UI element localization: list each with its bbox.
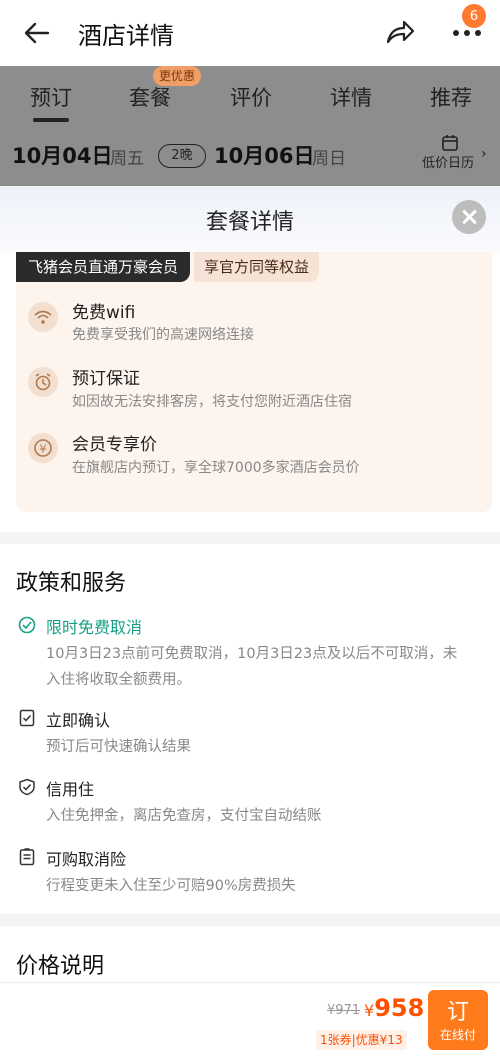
policy-title: 可购取消险 — [46, 850, 127, 869]
benefit-desc: 免费享受我们的高速网络连接 — [72, 327, 254, 343]
tab-bar: 预订 套餐 评价 详情 推荐 — [0, 66, 500, 128]
member-equal-rights-tag: 享官方同等权益 — [194, 252, 320, 282]
tab-recommend[interactable]: 推荐 — [430, 82, 472, 112]
promo-badge: 更优惠 — [153, 66, 202, 86]
benefit-desc: 在旗舰店内预订，享全球7000多家酒店会员价 — [72, 460, 360, 476]
checkout-weekday: 周日 — [312, 149, 346, 169]
tab-details[interactable]: 详情 — [330, 82, 372, 112]
checkin-date[interactable]: 10月04日 — [12, 140, 112, 170]
policy-desc: 预订后可快速确认结果 — [46, 739, 191, 755]
insurance-doc-icon — [19, 848, 35, 866]
wifi-icon — [28, 302, 58, 332]
coupon-badge[interactable]: 1张券|优惠¥13 — [316, 1030, 407, 1050]
bottom-booking-bar — [0, 982, 500, 1060]
low-price-calendar-label[interactable]: 低价日历 — [422, 152, 474, 171]
policy-title: 立即确认 — [46, 711, 111, 730]
close-button[interactable] — [452, 200, 486, 234]
tab-packages[interactable]: 套餐 — [129, 82, 171, 112]
currency-symbol: ¥ — [364, 1001, 375, 1020]
chevron-right-icon: › — [481, 146, 487, 162]
checkin-weekday: 周五 — [110, 149, 144, 169]
policy-title: 信用住 — [46, 780, 95, 799]
yen-coin-icon: ¥ — [28, 433, 58, 463]
benefit-title: 免费wifi — [72, 303, 136, 323]
svg-text:¥: ¥ — [40, 443, 47, 456]
policy-desc: 行程变更未入住至少可赔90%房费损失 — [46, 878, 296, 894]
original-price: ¥971 — [327, 1003, 361, 1018]
page-title: 酒店详情 — [78, 22, 174, 50]
member-tag: 飞猪会员直通万豪会员 — [16, 252, 191, 282]
checkout-date[interactable]: 10月06日 — [214, 140, 314, 170]
current-price: ¥958 — [364, 994, 424, 1022]
price-value: 958 — [374, 994, 425, 1022]
share-icon[interactable] — [384, 16, 416, 48]
price-section-title: 价格说明 — [16, 954, 105, 979]
policy-section-title: 政策和服务 — [16, 571, 127, 596]
book-button[interactable]: 订 在线付 — [428, 990, 488, 1050]
active-tab-indicator — [33, 118, 69, 122]
section-divider — [0, 914, 500, 926]
policy-desc: 入住免押金，离店免查房，支付宝自动结账 — [46, 808, 322, 824]
section-divider — [0, 532, 500, 544]
sheet-title: 套餐详情 — [205, 210, 294, 235]
policy-title: 限时免费取消 — [46, 618, 143, 637]
benefit-title: 预订保证 — [72, 369, 140, 389]
benefit-desc: 如因故无法安排客房，将支付您附近酒店住宿 — [72, 394, 352, 410]
shield-icon — [19, 778, 35, 796]
alarm-clock-icon — [28, 367, 58, 397]
calendar-icon[interactable] — [441, 134, 459, 152]
tab-booking[interactable]: 预订 — [30, 82, 72, 112]
benefit-title: 会员专享价 — [72, 435, 157, 455]
confirm-doc-icon — [19, 709, 35, 727]
top-bar — [0, 0, 500, 66]
book-label: 订 — [446, 1000, 469, 1025]
policy-desc: 10月3日23点前可免费取消，10月3日23点及以后不可取消，未入住将收取全额费… — [46, 646, 458, 688]
notification-badge: 6 — [462, 4, 486, 28]
book-sublabel: 在线付 — [439, 1028, 476, 1042]
nights-count: 2晚 — [158, 144, 206, 168]
back-arrow-icon[interactable] — [22, 18, 52, 48]
tab-reviews[interactable]: 评价 — [230, 82, 272, 112]
check-circle-icon — [18, 616, 36, 634]
